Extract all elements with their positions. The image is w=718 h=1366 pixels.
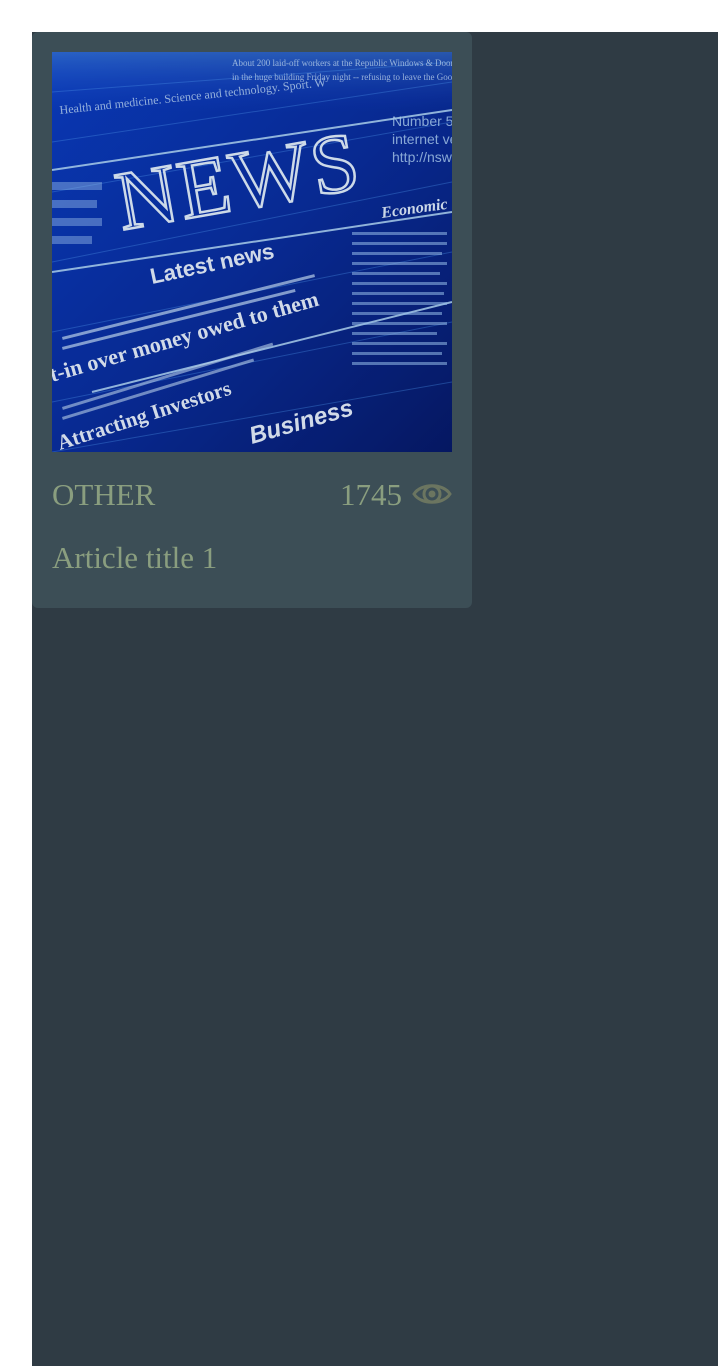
category-label[interactable]: OTHER [52, 479, 155, 510]
view-count: 1745 [340, 477, 452, 511]
page-content: About 200 laid-off workers at the Republ… [32, 32, 718, 1366]
article-thumbnail[interactable]: About 200 laid-off workers at the Republ… [52, 52, 452, 452]
article-card[interactable]: About 200 laid-off workers at the Republ… [32, 32, 472, 608]
eye-icon [412, 477, 452, 511]
view-count-value: 1745 [340, 476, 402, 512]
news-image: About 200 laid-off workers at the Republ… [52, 52, 452, 452]
article-meta: OTHER 1745 [52, 474, 452, 514]
article-title[interactable]: Article title 1 [52, 542, 217, 573]
